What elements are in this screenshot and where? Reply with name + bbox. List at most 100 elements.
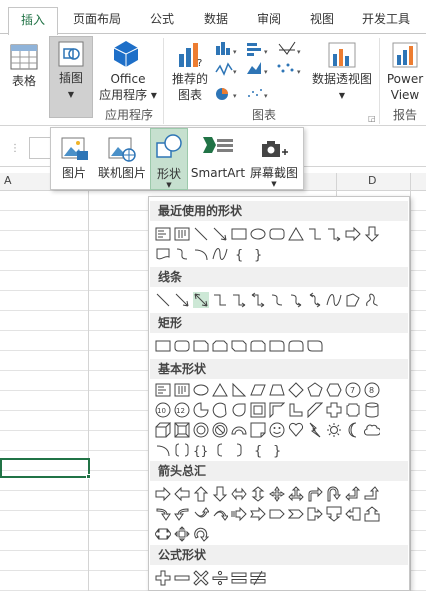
diagonal-stripe-icon[interactable]	[307, 402, 323, 418]
curved-double-arrow-connector-icon[interactable]	[307, 292, 323, 308]
pentagon-icon[interactable]	[307, 382, 323, 398]
divide-icon[interactable]	[212, 570, 228, 586]
left-right-up-arrow-icon[interactable]	[288, 486, 304, 502]
decagon-icon[interactable]: 10	[155, 402, 171, 418]
left-brace-icon[interactable]: {	[250, 442, 266, 458]
tab-review[interactable]: 审阅	[257, 10, 281, 27]
right-brace-icon[interactable]: }	[250, 246, 266, 262]
parallelogram-icon[interactable]	[250, 382, 266, 398]
tab-view[interactable]: 视图	[310, 10, 334, 27]
arc-icon[interactable]	[193, 246, 209, 262]
quad-arrow-icon[interactable]	[269, 486, 285, 502]
snip-diagonal-rectangle-icon[interactable]	[231, 338, 247, 354]
freeform-icon[interactable]	[345, 292, 361, 308]
arc-icon[interactable]	[155, 442, 171, 458]
elbow-arrow-connector-icon[interactable]	[326, 226, 342, 242]
online-picture-button[interactable]: 联机图片	[95, 128, 149, 190]
rectangle-icon[interactable]	[231, 226, 247, 242]
power-view-button[interactable]: Power View	[384, 40, 426, 104]
illustrations-button[interactable]: 插图 ▼	[49, 36, 93, 118]
right-triangle-icon[interactable]	[231, 382, 247, 398]
down-arrow-callout-icon[interactable]	[326, 506, 342, 522]
bent-arrow-icon[interactable]	[307, 486, 323, 502]
scribble-icon[interactable]	[364, 292, 380, 308]
oval-icon[interactable]	[250, 226, 266, 242]
down-arrow-icon[interactable]	[364, 226, 380, 242]
tab-page-layout[interactable]: 页面布局	[73, 10, 121, 27]
up-arrow-callout-icon[interactable]	[364, 506, 380, 522]
notched-right-arrow-icon[interactable]	[250, 506, 266, 522]
diamond-icon[interactable]	[288, 382, 304, 398]
round-same-side-rectangle-icon[interactable]	[288, 338, 304, 354]
screenshot-button[interactable]: 屏幕截图 ▼	[247, 128, 301, 190]
u-turn-arrow-icon[interactable]	[326, 486, 342, 502]
text-box-icon[interactable]	[155, 382, 171, 398]
picture-button[interactable]: 图片	[55, 128, 93, 190]
up-arrow-icon[interactable]	[193, 486, 209, 502]
text-box-icon[interactable]	[155, 226, 171, 242]
pivot-chart-button[interactable]: 数据透视图 ▼	[310, 40, 374, 104]
snip-round-rectangle-icon[interactable]	[250, 338, 266, 354]
circular-arrow-icon[interactable]	[193, 526, 209, 542]
hexagon-icon[interactable]	[326, 382, 342, 398]
curved-up-arrow-icon[interactable]	[193, 506, 209, 522]
double-bracket-icon[interactable]	[174, 442, 190, 458]
can-icon[interactable]	[364, 402, 380, 418]
right-arrow-icon[interactable]	[345, 226, 361, 242]
bent-up-arrow-icon[interactable]	[364, 486, 380, 502]
snip-corner-rectangle-icon[interactable]	[193, 338, 209, 354]
rounded-rectangle-icon[interactable]	[174, 338, 190, 354]
recommended-charts-button[interactable]: ? 推荐的 图表	[168, 40, 212, 104]
frame-icon[interactable]	[250, 402, 266, 418]
not-equal-icon[interactable]	[250, 570, 266, 586]
up-down-arrow-icon[interactable]	[250, 486, 266, 502]
lightning-bolt-icon[interactable]	[307, 422, 323, 438]
curved-left-arrow-icon[interactable]	[174, 506, 190, 522]
multiply-icon[interactable]	[193, 570, 209, 586]
right-arrow-icon[interactable]	[155, 486, 171, 502]
rounded-rectangle-icon[interactable]	[269, 226, 285, 242]
column-header-a[interactable]: A	[4, 174, 12, 187]
smartart-button[interactable]: SmartArt	[190, 128, 246, 190]
right-arrow-callout-icon[interactable]	[307, 506, 323, 522]
left-brace-icon[interactable]: {	[231, 246, 247, 262]
right-brace-icon[interactable]: }	[269, 442, 285, 458]
curved-down-arrow-icon[interactable]	[212, 506, 228, 522]
tab-formulas[interactable]: 公式	[150, 10, 174, 27]
cloud-icon[interactable]	[364, 422, 380, 438]
tab-developer[interactable]: 开发工具	[362, 10, 410, 27]
elbow-connector-icon[interactable]	[212, 292, 228, 308]
selected-cell[interactable]	[0, 458, 90, 478]
pie-icon[interactable]	[193, 402, 209, 418]
fill-handle[interactable]	[86, 474, 91, 479]
trapezoid-icon[interactable]	[269, 382, 285, 398]
arrow-line-icon[interactable]	[174, 292, 190, 308]
chord-icon[interactable]	[212, 402, 228, 418]
dodecagon-icon[interactable]: 12	[174, 402, 190, 418]
oval-icon[interactable]	[193, 382, 209, 398]
moon-icon[interactable]	[345, 422, 361, 438]
elbow-connector-icon[interactable]	[307, 226, 323, 242]
minus-icon[interactable]	[174, 570, 190, 586]
teardrop-icon[interactable]	[231, 402, 247, 418]
heptagon-icon[interactable]: 7	[345, 382, 361, 398]
line-icon[interactable]	[193, 226, 209, 242]
line-icon[interactable]	[155, 292, 171, 308]
cross-icon[interactable]	[326, 402, 342, 418]
folded-corner-icon[interactable]	[250, 422, 266, 438]
left-arrow-callout-icon[interactable]	[345, 506, 361, 522]
column-header-d[interactable]: D	[368, 174, 376, 187]
snip-same-side-rectangle-icon[interactable]	[212, 338, 228, 354]
double-brace-icon[interactable]: {}	[193, 442, 209, 458]
triangle-icon[interactable]	[212, 382, 228, 398]
vertical-text-box-icon[interactable]	[174, 382, 190, 398]
donut-icon[interactable]	[193, 422, 209, 438]
left-right-arrow-callout-icon[interactable]	[155, 526, 171, 542]
left-bracket-icon[interactable]	[212, 442, 228, 458]
octagon-icon[interactable]: 8	[364, 382, 380, 398]
no-symbol-icon[interactable]	[212, 422, 228, 438]
left-right-arrow-icon[interactable]	[231, 486, 247, 502]
elbow-arrow-connector-icon[interactable]	[231, 292, 247, 308]
curved-arrow-connector-icon[interactable]	[288, 292, 304, 308]
tab-insert[interactable]: 插入	[8, 7, 58, 35]
